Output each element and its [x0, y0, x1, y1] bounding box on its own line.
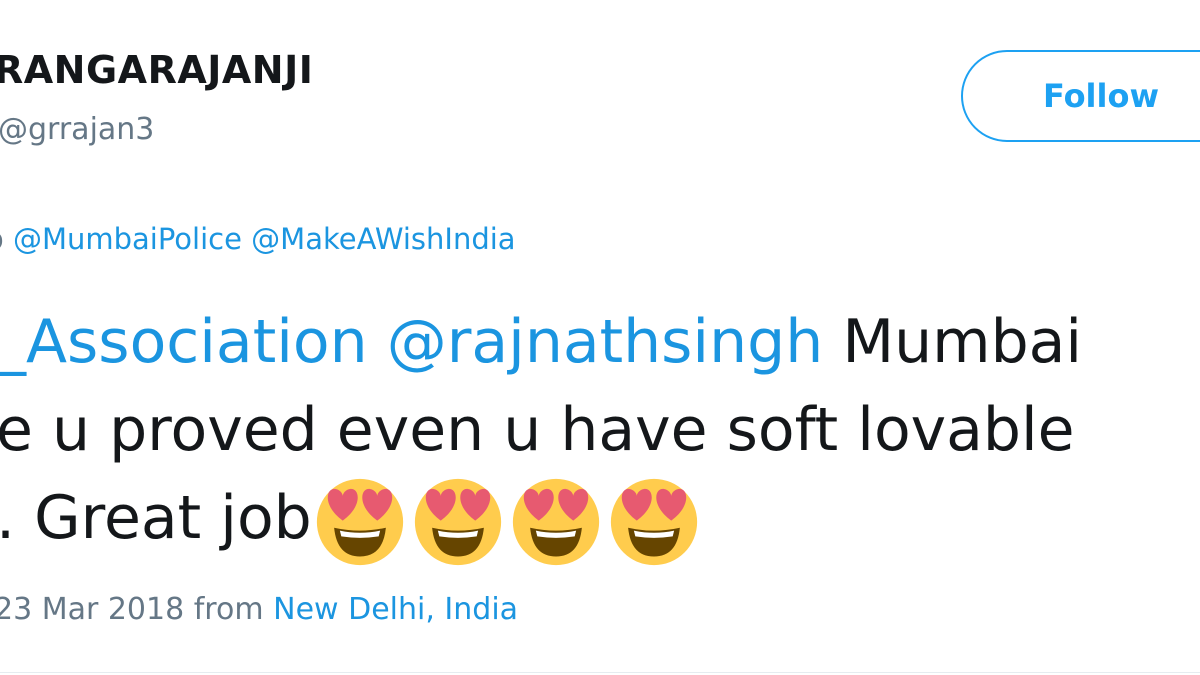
- heart-eyes-emoji: [314, 476, 406, 568]
- tweet-line-2: e u proved even u have soft lovable: [0, 395, 1075, 465]
- replying-to-prefix: o: [0, 222, 4, 256]
- replying-to-line: o @MumbaiPolice @MakeAWishIndia: [0, 222, 516, 256]
- heart-eyes-emoji: [510, 476, 602, 568]
- author-display-name[interactable]: RANGARAJANJI: [0, 48, 313, 92]
- tweet-text-great-job: . Great job: [0, 483, 312, 553]
- tweet-mention-association[interactable]: _Association: [0, 307, 368, 377]
- emoji-row: [314, 476, 700, 568]
- tweet-line-1: _Association @rajnathsingh Mumbai: [0, 298, 1082, 386]
- tweet-line-3: . Great job: [0, 474, 1082, 566]
- tweet-date[interactable]: 23 Mar 2018: [0, 592, 184, 627]
- reply-mention-mumbaipolice[interactable]: @MumbaiPolice: [13, 222, 242, 256]
- heart-eyes-emoji: [608, 476, 700, 568]
- heart-eyes-emoji: [412, 476, 504, 568]
- tweet-text-mumbai: Mumbai: [842, 307, 1083, 377]
- reply-mention-makeawishindia[interactable]: @MakeAWishIndia: [251, 222, 515, 256]
- tweet-location[interactable]: New Delhi, India: [273, 592, 518, 627]
- tweet-body: _Association @rajnathsingh Mumbai e u pr…: [0, 298, 1082, 566]
- tweet-from-label: from: [193, 592, 264, 627]
- follow-button-label: Follow: [1043, 77, 1160, 115]
- divider: [0, 672, 1200, 673]
- follow-button[interactable]: Follow: [961, 50, 1200, 142]
- author-handle[interactable]: @grrajan3: [0, 112, 154, 147]
- tweet-mention-rajnathsingh[interactable]: @rajnathsingh: [387, 307, 824, 377]
- tweet-timestamp: 23 Mar 2018 from New Delhi, India: [0, 592, 518, 627]
